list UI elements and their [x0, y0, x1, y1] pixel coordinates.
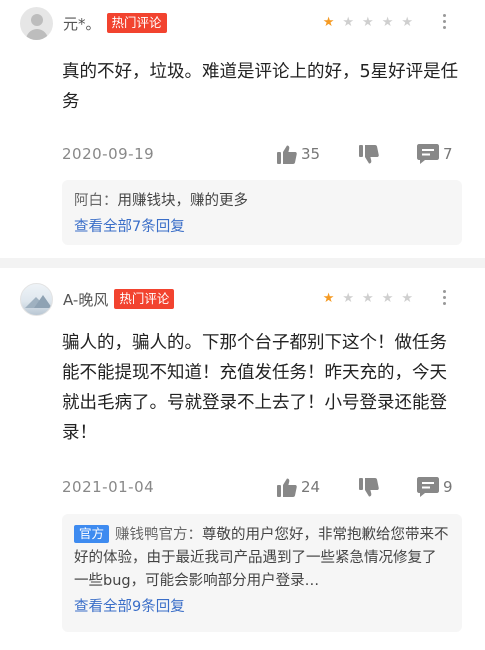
review-meta: 2021-01-04 24 9 — [62, 475, 457, 499]
dislike-button[interactable] — [359, 477, 379, 497]
comment-button[interactable]: 9 — [417, 477, 453, 497]
thumbs-up-icon — [277, 145, 297, 164]
review-header: A-晚风 热门评论 — [20, 282, 175, 316]
more-vertical-icon[interactable] — [443, 290, 447, 305]
review-meta: 2020-09-19 35 7 — [62, 142, 457, 166]
thumbs-down-icon — [359, 144, 379, 163]
comment-icon — [417, 144, 439, 164]
hot-comment-badge: 热门评论 — [106, 13, 167, 33]
hot-comment-badge: 热门评论 — [114, 289, 175, 309]
avatar[interactable] — [20, 282, 53, 316]
star-icon: ★ — [381, 291, 394, 306]
thumbs-down-icon — [359, 477, 379, 496]
dislike-button[interactable] — [359, 144, 379, 164]
comment-icon — [417, 477, 439, 497]
like-button[interactable]: 24 — [277, 478, 320, 497]
reply-author[interactable]: 赚钱鸭官方： — [115, 527, 202, 543]
star-icon: ★ — [342, 15, 355, 30]
rating-stars: ★ ★ ★ ★ ★ — [323, 16, 413, 29]
official-badge: 官方 — [74, 525, 110, 543]
review-content: 真的不好，垃圾。难道是评论上的好，5星好评是任务 — [62, 62, 459, 112]
star-icon: ★ — [322, 291, 335, 306]
star-icon: ★ — [362, 15, 374, 30]
thumbs-up-icon — [277, 478, 297, 497]
star-icon: ★ — [322, 15, 335, 30]
review-card: 元*。 热门评论 ★ ★ ★ ★ ★ 真的不好，垃圾。难道是评论上的好，5星好评… — [0, 0, 485, 264]
username[interactable]: 元*。 — [63, 13, 101, 34]
review-content: 骗人的，骗人的。下那个台子都别下这个！做任务能不能提现不知道！充值发任务！昨天充… — [62, 333, 447, 443]
reply-author[interactable]: 阿白： — [74, 193, 118, 209]
review-date: 2020-09-19 — [62, 145, 155, 163]
view-all-replies-link[interactable]: 查看全部7条回复 — [74, 216, 450, 238]
reply: 阿白：用赚钱块，赚的更多 — [74, 190, 450, 213]
reply-box[interactable]: 官方 赚钱鸭官方：尊敬的用户您好，非常抱歉给您带来不好的体验，由于最近我司产品遇到… — [62, 514, 462, 632]
star-icon: ★ — [401, 15, 413, 30]
like-button[interactable]: 35 — [277, 145, 320, 164]
comment-count: 7 — [443, 145, 453, 163]
star-icon: ★ — [342, 291, 355, 306]
review-header: 元*。 热门评论 — [20, 6, 167, 40]
reply: 官方 赚钱鸭官方：尊敬的用户您好，非常抱歉给您带来不好的体验，由于最近我司产品遇到… — [74, 524, 450, 593]
reply-text: 用赚钱块，赚的更多 — [117, 193, 249, 209]
rating-stars: ★ ★ ★ ★ ★ — [323, 292, 413, 305]
comment-count: 9 — [443, 478, 453, 496]
avatar[interactable] — [20, 6, 53, 40]
star-icon: ★ — [401, 291, 413, 306]
review-date: 2021-01-04 — [62, 478, 155, 496]
like-count: 24 — [301, 478, 321, 496]
reply-box[interactable]: 阿白：用赚钱块，赚的更多 查看全部7条回复 — [62, 180, 462, 245]
view-all-replies-link[interactable]: 查看全部9条回复 — [74, 596, 450, 618]
comment-button[interactable]: 7 — [417, 144, 453, 164]
review-card: A-晚风 热门评论 ★ ★ ★ ★ ★ 骗人的，骗人的。下那个台子都别下这个！做… — [0, 264, 485, 650]
username[interactable]: A-晚风 — [63, 289, 108, 310]
like-count: 35 — [301, 145, 321, 163]
star-icon: ★ — [381, 15, 394, 30]
more-vertical-icon[interactable] — [443, 14, 447, 29]
star-icon: ★ — [362, 291, 374, 306]
